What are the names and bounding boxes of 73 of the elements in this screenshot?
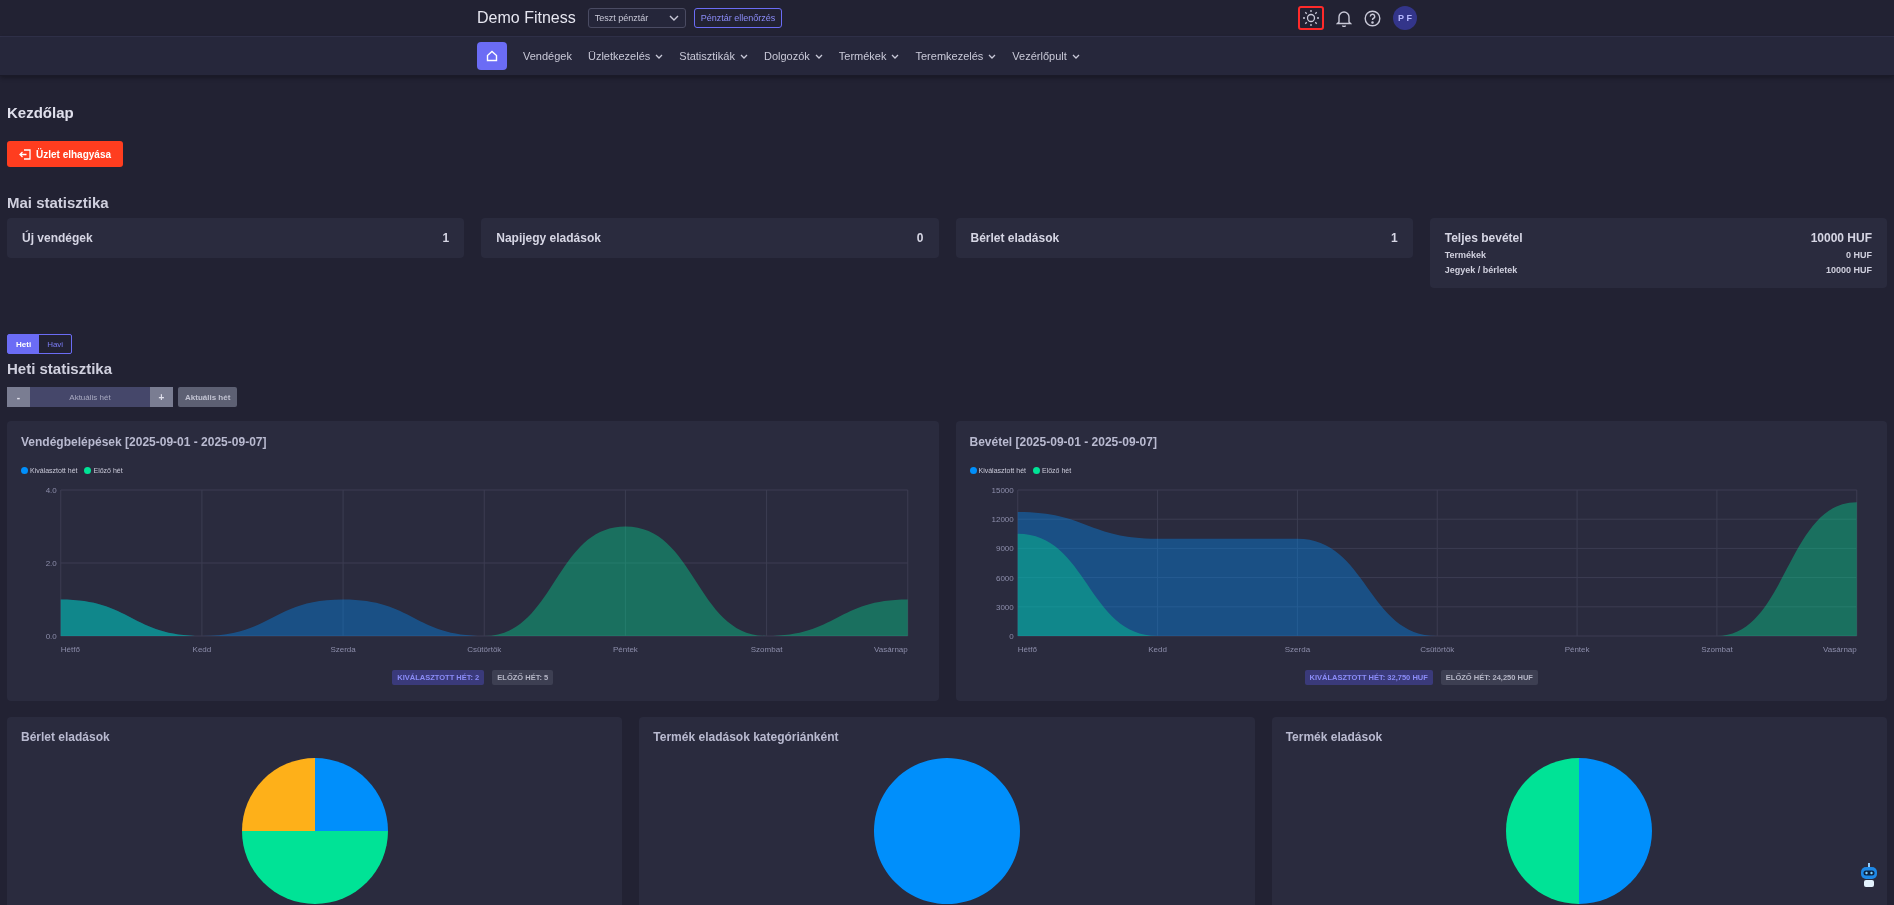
chart-title: Bérlet eladások xyxy=(21,730,110,744)
x-axis-label: Hétfő xyxy=(60,645,80,654)
y-axis-label: 15000 xyxy=(991,486,1014,495)
x-axis-label: Kedd xyxy=(192,645,212,654)
chevron-down-icon xyxy=(655,53,664,59)
sun-icon xyxy=(1302,9,1320,27)
chart-title: Termék eladások xyxy=(1285,730,1383,744)
x-axis-label: Vasárnap xyxy=(1822,645,1857,654)
y-axis-label: 9000 xyxy=(995,544,1014,554)
period-tab[interactable]: Heti xyxy=(8,335,40,353)
brand-name: Demo Fitness xyxy=(477,9,576,27)
x-axis-label: Szerda xyxy=(330,645,356,654)
x-axis-label: Szerda xyxy=(1284,645,1310,654)
leave-store-button[interactable]: Üzlet elhagyása xyxy=(7,141,124,167)
stat-detail-label: Jegyek / bérletek xyxy=(1444,265,1518,275)
stat-label: Teljes bevétel xyxy=(1444,231,1523,245)
x-axis-label: Vasárnap xyxy=(874,645,908,654)
period-tab[interactable]: Havi xyxy=(39,335,72,353)
chevron-down-icon xyxy=(814,53,823,59)
page-title: Kezdőlap xyxy=(7,103,75,121)
nav-menu-item[interactable]: Dolgozók xyxy=(755,42,831,70)
home-button[interactable] xyxy=(477,42,507,70)
y-axis-label: 6000 xyxy=(995,573,1014,583)
x-axis-label: Szombat xyxy=(750,645,783,654)
week-field[interactable]: Aktuális hét xyxy=(30,387,150,407)
bell-icon[interactable] xyxy=(1336,9,1352,27)
y-axis-label: 0.0 xyxy=(45,632,57,641)
y-axis-label: 2.0 xyxy=(45,559,57,568)
register-check-button[interactable]: Pénztár ellenőrzés xyxy=(693,8,783,28)
stat-detail-label: Termékek xyxy=(1444,250,1487,260)
section-title: Heti statisztika xyxy=(7,360,114,377)
user-avatar[interactable]: P F xyxy=(1393,6,1417,30)
chevron-down-icon xyxy=(739,53,748,59)
stat-value: 1 xyxy=(1391,231,1398,245)
register-select[interactable]: Teszt pénztár xyxy=(587,8,686,28)
y-axis-label: 4.0 xyxy=(45,486,57,495)
chevron-down-icon xyxy=(988,53,997,59)
stat-value: 10000 HUF xyxy=(1810,231,1872,245)
theme-toggle-button[interactable] xyxy=(1298,6,1324,30)
stat-detail-value: 0 HUF xyxy=(1846,250,1872,260)
chart-title: Termék eladások kategóriánként xyxy=(653,730,839,744)
x-axis-label: Péntek xyxy=(612,645,638,654)
stat-value: 1 xyxy=(442,231,450,245)
x-axis-label: Péntek xyxy=(1564,645,1590,654)
nav-menu-item[interactable]: Vezérlőpult xyxy=(1004,42,1088,70)
help-icon[interactable] xyxy=(1364,9,1381,27)
nav-menu-item[interactable]: Statisztikák xyxy=(671,42,756,70)
chart-title: Bevétel [2025-09-01 - 2025-09-07] xyxy=(969,435,1158,449)
x-axis-label: Hétfő xyxy=(1017,645,1037,654)
chevron-down-icon xyxy=(1071,53,1080,59)
home-icon xyxy=(486,50,498,62)
x-axis-label: Csütörtök xyxy=(1419,645,1454,654)
y-axis-label: 0 xyxy=(1008,632,1014,641)
x-axis-label: Kedd xyxy=(1147,645,1167,654)
x-axis-label: Csütörtök xyxy=(467,645,502,654)
chevron-down-icon xyxy=(891,53,900,59)
stat-detail-value: 10000 HUF xyxy=(1825,265,1872,275)
nav-menu-item[interactable]: Vendégek xyxy=(515,42,580,70)
stat-label: Napijegy eladások xyxy=(496,231,601,245)
exit-icon xyxy=(19,148,31,160)
stat-value: 0 xyxy=(916,231,924,245)
stat-label: Új vendégek xyxy=(22,231,93,245)
chart-title: Vendégbelépések [2025-09-01 - 2025-09-07] xyxy=(21,435,268,449)
nav-menu-item[interactable]: Üzletkezelés xyxy=(579,42,672,70)
x-axis-label: Szombat xyxy=(1700,645,1733,654)
y-axis-label: 3000 xyxy=(995,602,1014,612)
y-axis-label: 12000 xyxy=(991,515,1014,525)
stat-label: Bérlet eladások xyxy=(970,231,1060,245)
section-title: Mai statisztika xyxy=(7,194,110,211)
nav-menu-item[interactable]: Termékek xyxy=(830,42,908,70)
current-week-button[interactable]: Aktuális hét xyxy=(178,387,238,407)
nav-menu-item[interactable]: Teremkezelés xyxy=(907,42,1005,70)
chevron-down-icon xyxy=(668,15,679,21)
